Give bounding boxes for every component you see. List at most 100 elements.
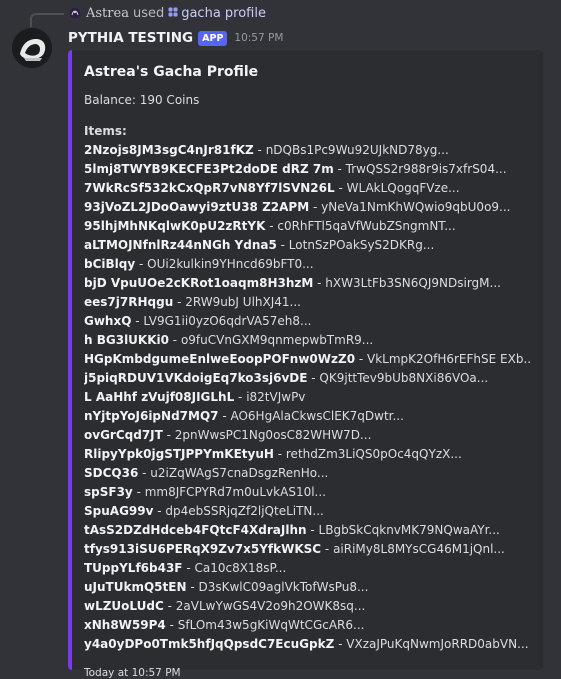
item-separator: -: [276, 238, 289, 252]
item-name: HGpKmbdgumeEnlweEoopPOFnw0WzZ0: [84, 352, 356, 366]
item-name: xNh8W59P4: [84, 618, 166, 632]
items-heading: Items:: [84, 124, 127, 138]
item-name: wLZUoLUdC: [84, 599, 164, 613]
item-name: 2Nzojs8JM3sgC4nJr81fKZ: [84, 143, 254, 157]
item-value: LBgbSkCqknvMK79NQwaAYr...: [318, 523, 500, 537]
item-separator: -: [307, 371, 320, 385]
item-separator: -: [234, 390, 247, 404]
item-name: spSF3y: [84, 485, 133, 499]
item-row: RlipyYpk0jgSTJPPYmKEtyuH - rethdZm3LiQS0…: [84, 445, 531, 464]
message-timestamp[interactable]: 10:57 PM: [234, 32, 283, 44]
item-name: aLTMOJNfnlRz44nNGh Ydna5: [84, 238, 277, 252]
item-separator: -: [162, 428, 175, 442]
item-row: bjD VpuUOe2cKRot1oaqm8H3hzM - hXW3LtFb3S…: [84, 274, 531, 293]
item-row: 7WkRcSf532kCxQpR7vN8Yf7lSVN26L - WLAkLQo…: [84, 179, 531, 198]
item-separator: -: [163, 599, 176, 613]
item-row: SpuAG99v - dp4ebSSRjqZf2ljQteLiTN...: [84, 502, 531, 521]
item-separator: -: [138, 466, 151, 480]
item-name: L AaHhf zVujf08JIGLhL: [84, 390, 235, 404]
item-separator: -: [168, 333, 181, 347]
slash-command-icon: [168, 7, 178, 20]
item-value: OUi2kulkin9YHncd69bFT0...: [147, 257, 314, 271]
command-link[interactable]: gacha profile: [168, 6, 266, 21]
item-value: VkLmpK2OfH6rEFhSE EXb...: [367, 352, 531, 366]
item-name: y4a0yDPo0Tmk5hfJqQpsdC7EcuGpkZ: [84, 637, 335, 651]
item-value: i82tVJwPv: [246, 390, 306, 404]
item-separator: -: [165, 618, 178, 632]
item-separator: -: [334, 181, 347, 195]
item-name: 7WkRcSf532kCxQpR7vN8Yf7lSVN26L: [84, 181, 335, 195]
item-value: mm8JFCPYRd7m0uLvkAS10l...: [144, 485, 326, 499]
discord-message-view: Astrea used gacha profile PYTHIA TESTING…: [0, 0, 561, 679]
item-value: dp4ebSSRjqZf2ljQteLiTN...: [165, 504, 324, 518]
item-value: o9fuCVnGXM9qnmepwbTmR9...: [180, 333, 374, 347]
item-separator: -: [309, 200, 322, 214]
item-value: QK9jttTev9bUb8NXi86VOa...: [319, 371, 489, 385]
item-separator: -: [131, 314, 144, 328]
item-name: nYjtpYoJ6ipNd7MQ7: [84, 409, 219, 423]
item-row: ovGrCqd7JT - 2pnWwsPC1Ng0osC82WHW7D...: [84, 426, 531, 445]
item-row: HGpKmbdgumeEnlweEoopPOFnw0WzZ0 - VkLmpK2…: [84, 350, 531, 369]
bot-avatar-icon[interactable]: [12, 28, 52, 68]
item-name: bjD VpuUOe2cKRot1oaqm8H3hzM: [84, 276, 314, 290]
item-name: 95lhjMhNKqlwK0pU2zRtYK: [84, 219, 266, 233]
item-row: y4a0yDPo0Tmk5hfJqQpsdC7EcuGpkZ - VXzaJPu…: [84, 635, 531, 654]
items-list: 2Nzojs8JM3sgC4nJr81fKZ - nDQBs1Pc9Wu92UJ…: [84, 141, 531, 654]
item-row: 5lmj8TWYB9KECFE3Pt2doDE dRZ 7m - TrwQSS2…: [84, 160, 531, 179]
profile-embed: Astrea's Gacha Profile Balance: 190 Coin…: [68, 50, 543, 679]
item-value: nDQBs1Pc9Wu92UJkND78yg...: [265, 143, 449, 157]
command-name: gacha profile: [181, 5, 266, 21]
interaction-line: Astrea used gacha profile: [68, 4, 266, 22]
item-separator: -: [173, 295, 186, 309]
item-row: L AaHhf zVujf08JIGLhL - i82tVJwPv: [84, 388, 531, 407]
item-row: h BG3lUKKi0 - o9fuCVnGXM9qnmepwbTmR9...: [84, 331, 531, 350]
item-row: 2Nzojs8JM3sgC4nJr81fKZ - nDQBs1Pc9Wu92UJ…: [84, 141, 531, 160]
item-separator: -: [218, 409, 231, 423]
item-value: 2RW9ubJ UlhXJ41...: [185, 295, 301, 309]
item-row: bCiBlqy - OUi2kulkin9YHncd69bFT0...: [84, 255, 531, 274]
embed-title: Astrea's Gacha Profile: [84, 64, 259, 80]
item-name: TUppYLf6b43F: [84, 561, 183, 575]
item-row: SDCQ36 - u2iZqWAgS7cnaDsgzRenHo...: [84, 464, 531, 483]
item-value: AO6HgAlaCkwsClEK7qDwtr...: [230, 409, 404, 423]
item-row: nYjtpYoJ6ipNd7MQ7 - AO6HgAlaCkwsClEK7qDw…: [84, 407, 531, 426]
item-separator: -: [265, 219, 278, 233]
item-name: tAsS2DZdHdceb4FQtcF4XdraJlhn: [84, 523, 307, 537]
item-row: TUppYLf6b43F - Ca10c8X18sP...: [84, 559, 531, 578]
item-separator: -: [135, 257, 148, 271]
item-value: hXW3LtFb3SN6QJ9NDsirgM...: [325, 276, 501, 290]
item-separator: -: [186, 580, 199, 594]
item-separator: -: [355, 352, 368, 366]
item-row: spSF3y - mm8JFCPYRd7m0uLvkAS10l...: [84, 483, 531, 502]
item-name: tfys913iSU6PERqX9Zv7x5YfkWKSC: [84, 542, 322, 556]
interaction-user[interactable]: Astrea: [86, 6, 129, 21]
item-name: GwhxQ: [84, 314, 132, 328]
pythia-logo-icon[interactable]: [68, 6, 82, 20]
interaction-connector: [30, 13, 64, 27]
item-value: c0RhFTl5qaVfWubZSngmNT...: [277, 219, 456, 233]
item-value: SfLOm43w5gKiWqWtCGcAR6...: [177, 618, 365, 632]
item-row: tfys913iSU6PERqX9Zv7x5YfkWKSC - aiRiMy8L…: [84, 540, 531, 559]
item-separator: -: [132, 485, 145, 499]
item-name: ovGrCqd7JT: [84, 428, 163, 442]
item-value: LotnSzPOakSyS2DKRg...: [288, 238, 435, 252]
item-name: bCiBlqy: [84, 257, 136, 271]
item-name: uJuTUkmQ5tEN: [84, 580, 187, 594]
item-separator: -: [321, 542, 334, 556]
item-name: SDCQ36: [84, 466, 139, 480]
balance-text: Balance: 190 Coins: [84, 93, 200, 107]
item-value: WLAkLQogqFVze...: [346, 181, 460, 195]
item-value: D3sKwlC09aglVkTofWsPu8...: [198, 580, 369, 594]
item-value: VXzaJPuKqNwmJoRRD0abVN...: [346, 637, 529, 651]
item-separator: -: [253, 143, 266, 157]
item-name: ees7j7RHqgu: [84, 295, 174, 309]
item-row: uJuTUkmQ5tEN - D3sKwlC09aglVkTofWsPu8...: [84, 578, 531, 597]
author-name[interactable]: PYTHIA TESTING: [68, 30, 193, 46]
item-value: yNeVa1NmKhWQwio9qbU0o9...: [321, 200, 511, 214]
item-name: 93jVoZL2JDoOawyi9ztU38 Z2APM: [84, 200, 310, 214]
embed-footer: Today at 10:57 PM: [84, 667, 181, 679]
item-name: j5piqRDUV1VKdoigEq7ko3sj6vDE: [84, 371, 308, 385]
item-row: tAsS2DZdHdceb4FQtcF4XdraJlhn - LBgbSkCqk…: [84, 521, 531, 540]
item-row: 93jVoZL2JDoOawyi9ztU38 Z2APM - yNeVa1NmK…: [84, 198, 531, 217]
item-value: 2pnWwsPC1Ng0osC82WHW7D...: [174, 428, 372, 442]
